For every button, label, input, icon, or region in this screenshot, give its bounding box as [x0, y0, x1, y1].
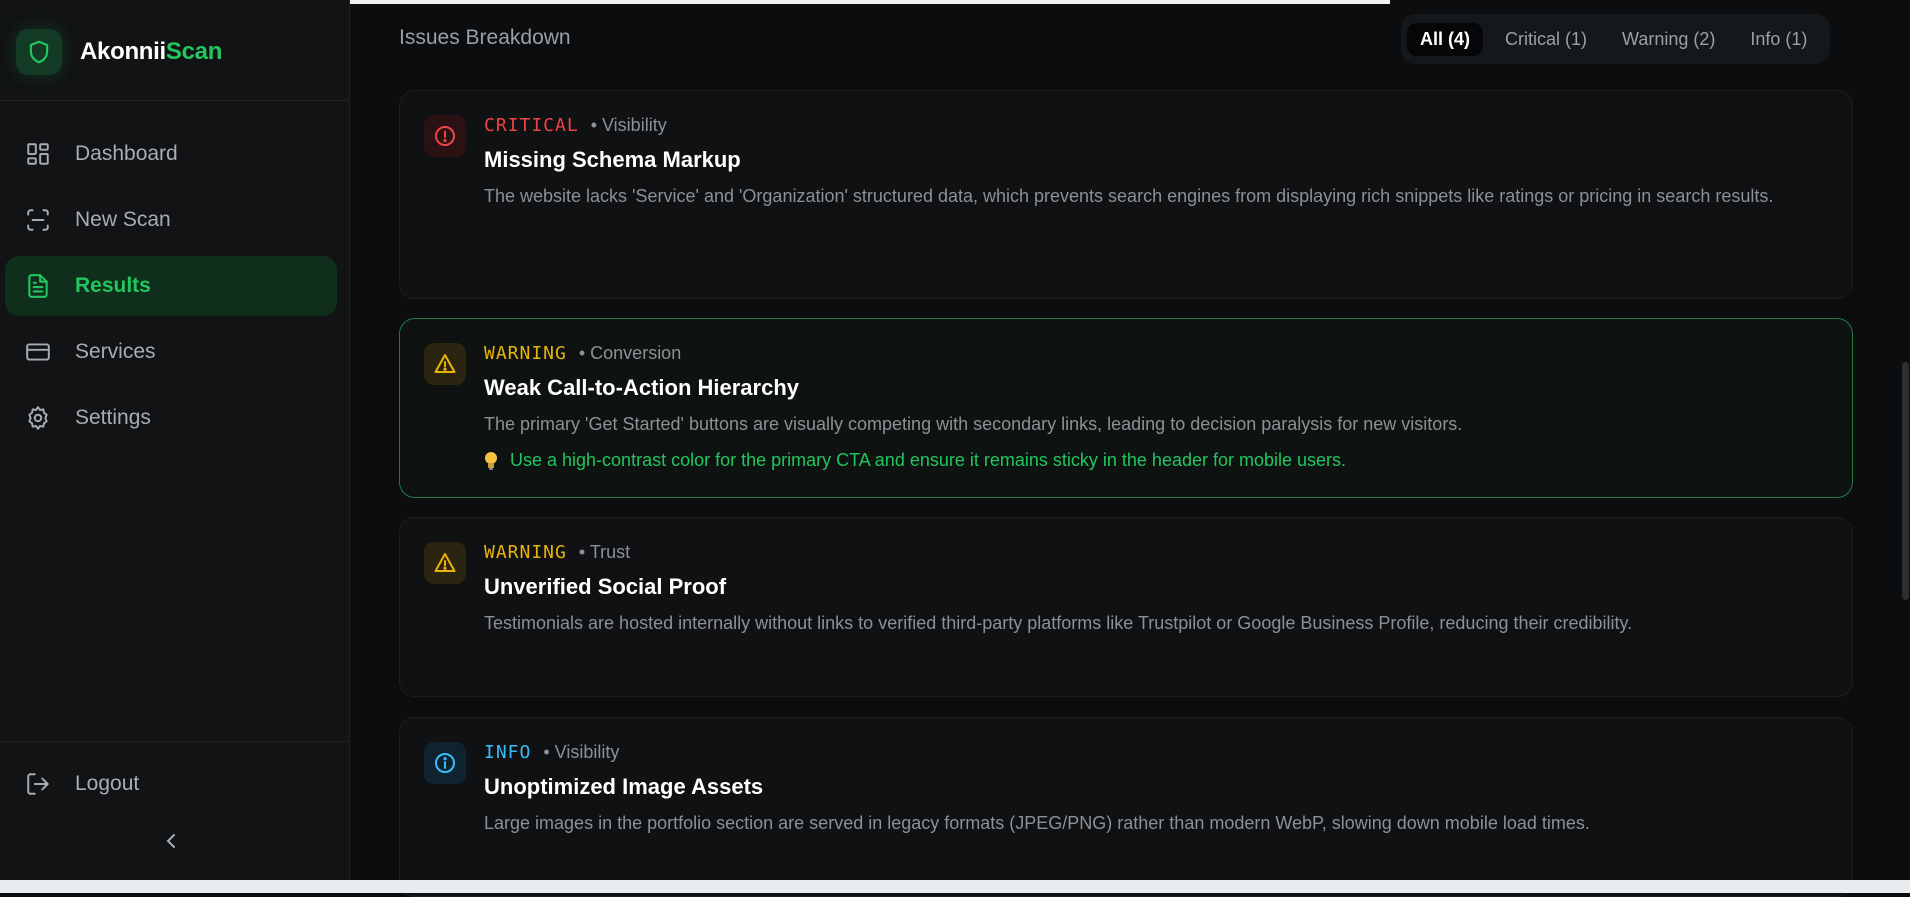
severity-label: WARNING [484, 542, 567, 563]
brand[interactable]: AkonniiScan [16, 29, 222, 75]
sidebar: AkonniiScan Dashboard New Scan Results S… [0, 0, 350, 880]
filter-warning[interactable]: Warning (2) [1609, 23, 1728, 56]
dashboard-grid-icon [23, 139, 53, 169]
chevron-left-icon [164, 832, 178, 855]
main-content: Issues Breakdown All (4) Critical (1) Wa… [350, 0, 1892, 897]
category-label: • Visibility [590, 115, 667, 135]
sidebar-item-dashboard[interactable]: Dashboard [5, 124, 337, 184]
sidebar-divider-bottom [0, 741, 349, 742]
brand-name-part1: Akonnii [80, 38, 166, 65]
card-icon [23, 337, 53, 367]
sidebar-item-settings[interactable]: Settings [5, 388, 337, 448]
scan-frame-icon [23, 205, 53, 235]
severity-label: INFO [484, 742, 532, 763]
warning-triangle-icon [424, 542, 466, 584]
filter-all[interactable]: All (4) [1407, 22, 1484, 56]
logout-icon [23, 769, 53, 799]
recommendation-text: Use a high-contrast color for the primar… [510, 450, 1347, 470]
filter-info[interactable]: Info (1) [1737, 23, 1820, 56]
warning-triangle-icon [424, 343, 466, 385]
document-icon [23, 271, 53, 301]
issue-meta: WARNING • Conversion [484, 343, 681, 364]
issue-card[interactable]: WARNING • Conversion Weak Call-to-Action… [399, 318, 1853, 498]
lightbulb-icon [484, 451, 498, 471]
sidebar-item-new-scan[interactable]: New Scan [5, 190, 337, 250]
issue-meta: WARNING • Trust [484, 542, 630, 563]
gear-icon [23, 403, 53, 433]
logout-label: Logout [75, 772, 140, 795]
issue-meta: CRITICAL • Visibility [484, 115, 667, 136]
recommendation: Use a high-contrast color for the primar… [484, 450, 1346, 471]
info-circle-icon [424, 742, 466, 784]
issue-meta: INFO • Visibility [484, 742, 619, 763]
sidebar-item-label: Dashboard [75, 142, 178, 165]
section-title: Issues Breakdown [399, 26, 571, 49]
collapse-sidebar-button[interactable] [158, 830, 184, 856]
category-label: • Conversion [578, 343, 682, 363]
sidebar-item-label: Results [75, 274, 151, 297]
issue-title: Unoptimized Image Assets [484, 774, 764, 799]
sidebar-item-label: Services [75, 340, 156, 363]
sidebar-item-results[interactable]: Results [5, 256, 337, 316]
issue-description: The primary 'Get Started' buttons are vi… [484, 414, 1463, 434]
issue-description: Large images in the portfolio section ar… [484, 813, 1590, 833]
taskbar-edge [0, 880, 1910, 893]
alert-circle-icon [424, 115, 466, 157]
severity-label: CRITICAL [484, 115, 579, 136]
sidebar-nav: Dashboard New Scan Results Services Sett… [5, 124, 337, 454]
filter-critical[interactable]: Critical (1) [1492, 23, 1600, 56]
issue-card[interactable]: INFO • Visibility Unoptimized Image Asse… [399, 717, 1853, 897]
category-label: • Trust [578, 542, 631, 562]
category-label: • Visibility [543, 742, 620, 762]
logout-button[interactable]: Logout [5, 754, 355, 814]
issue-title: Missing Schema Markup [484, 147, 741, 172]
sidebar-item-label: New Scan [75, 208, 171, 231]
severity-filter-tabs: All (4) Critical (1) Warning (2) Info (1… [1401, 14, 1830, 64]
sidebar-item-label: Settings [75, 406, 151, 429]
sidebar-divider [0, 100, 349, 101]
issue-title: Weak Call-to-Action Hierarchy [484, 375, 800, 400]
issue-description: The website lacks 'Service' and 'Organiz… [484, 186, 1774, 206]
sidebar-item-services[interactable]: Services [5, 322, 337, 382]
issue-title: Unverified Social Proof [484, 574, 727, 599]
issue-description: Testimonials are hosted internally witho… [484, 613, 1633, 633]
brand-name: AkonniiScan [80, 38, 222, 66]
severity-label: WARNING [484, 343, 567, 364]
shield-logo-icon [16, 29, 62, 75]
issue-card[interactable]: WARNING • Trust Unverified Social Proof … [399, 517, 1853, 697]
scrollbar-thumb[interactable] [1902, 362, 1909, 600]
brand-name-part2: Scan [165, 38, 223, 65]
issue-card[interactable]: CRITICAL • Visibility Missing Schema Mar… [399, 90, 1853, 299]
